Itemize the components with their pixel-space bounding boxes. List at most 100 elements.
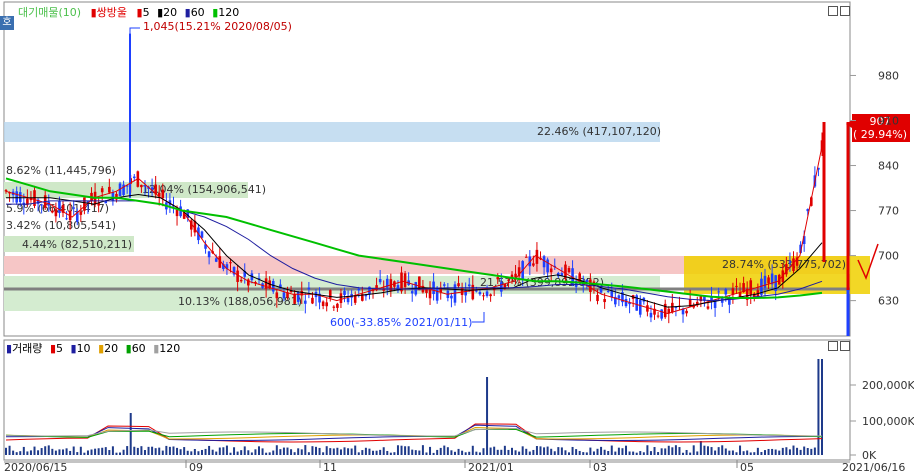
volume-bar — [575, 449, 578, 455]
candle-body — [496, 277, 500, 280]
candle-body — [300, 290, 304, 296]
volume-bar — [172, 446, 175, 455]
volume-bar — [165, 445, 168, 455]
volume-bar — [746, 450, 749, 455]
ma20-legend[interactable]: 20 — [163, 6, 177, 19]
volume-bar — [503, 445, 506, 455]
volume-bar — [810, 448, 813, 455]
volume-bar — [614, 451, 617, 455]
vma10-legend[interactable]: 10 — [77, 342, 91, 355]
volume-bar — [400, 445, 403, 455]
volume-bar — [493, 446, 496, 455]
volume-bar — [571, 446, 574, 455]
maximize-pane-button[interactable] — [828, 6, 838, 16]
volume-bar — [521, 446, 524, 455]
volume-bar — [236, 451, 239, 455]
vma60-legend[interactable]: 60 — [132, 342, 146, 355]
band-label-5: 3.42% (10,805,541) — [6, 219, 116, 232]
volume-bar — [799, 449, 802, 455]
ma5-legend[interactable]: 5 — [143, 6, 150, 19]
band-label-3: 12.04% (154,906,541) — [142, 183, 266, 196]
volume-bar — [190, 451, 193, 455]
price-tick: 700 — [878, 250, 899, 263]
volume-bar — [821, 359, 823, 455]
candle-body — [343, 290, 346, 296]
volume-bar — [136, 447, 139, 455]
volume-bar — [233, 447, 236, 455]
volume-bar — [653, 447, 656, 455]
band-label-2: 8.62% (11,445,796) — [6, 164, 116, 177]
volume-bar — [72, 446, 75, 455]
volume-bar — [660, 448, 663, 455]
candle-body — [560, 273, 564, 276]
candle-body — [660, 309, 663, 319]
volume-bar — [108, 450, 111, 455]
candle-body — [507, 279, 510, 281]
volume-bar — [311, 446, 314, 455]
candle-body — [410, 291, 414, 294]
volume-bar — [404, 446, 407, 455]
volume-bar — [649, 451, 652, 455]
volume-bar — [642, 452, 645, 455]
volume-bar — [386, 450, 389, 455]
candle-body — [788, 261, 792, 263]
volume-bar — [19, 451, 22, 455]
candle-body — [357, 288, 361, 291]
vma120-legend[interactable]: 120 — [159, 342, 180, 355]
volume-bar — [721, 445, 724, 455]
current-change: ( 29.94%) — [853, 128, 907, 141]
date-tick: 2021/01 — [468, 461, 514, 472]
volume-bar — [51, 448, 54, 455]
price-legend[interactable]: 대기매물(10) ▮쌍방울 ▮5 ▮20 ▮60 ▮120 — [18, 4, 239, 20]
volume-bar — [664, 448, 667, 455]
candle-body — [72, 207, 76, 209]
volume-bar — [382, 447, 385, 455]
volume-bar — [97, 448, 100, 455]
volume-bar — [357, 452, 360, 455]
volume-legend[interactable]: ▮거래량 ▮5 ▮10 ▮20 ▮60 ▮120 — [6, 340, 180, 356]
volume-bar — [625, 445, 628, 455]
volume-bar — [628, 451, 631, 455]
indicator-legend[interactable]: 대기매물(10) — [18, 6, 81, 19]
volume-bar — [168, 446, 171, 455]
candle-body — [467, 284, 471, 287]
candle-body — [489, 294, 492, 297]
candle-body — [140, 184, 143, 188]
volume-bar — [578, 450, 581, 455]
volume-bar — [482, 448, 485, 455]
volume-bar — [582, 452, 585, 455]
ma120-legend[interactable]: 120 — [218, 6, 239, 19]
candle-body — [108, 186, 111, 193]
vma20-legend[interactable]: 20 — [104, 342, 118, 355]
stock-chart[interactable]: 22.46% (417,107,120) 8.62% (11,445,796) … — [0, 0, 914, 472]
candle-body — [15, 191, 18, 203]
maximize-volume-button[interactable] — [828, 341, 838, 351]
candle-body — [18, 192, 22, 203]
volume-bar — [528, 451, 531, 455]
close-pane-button[interactable] — [840, 6, 850, 16]
candle-body — [567, 268, 571, 273]
volume-bar — [218, 447, 221, 455]
vma5-legend[interactable]: 5 — [56, 342, 63, 355]
volume-legend-name[interactable]: 거래량 — [12, 342, 42, 355]
candle-body — [51, 210, 54, 213]
volume-bar — [589, 447, 592, 455]
volume-bar — [140, 446, 143, 455]
candle-body — [471, 284, 475, 300]
close-volume-button[interactable] — [840, 341, 850, 351]
volume-bar — [489, 447, 492, 455]
volume-bar — [69, 450, 72, 455]
chart-mode-icon[interactable]: 호 — [0, 16, 14, 30]
volume-bar — [126, 446, 129, 455]
volume-bar — [186, 450, 189, 455]
band-label-7: 28.74% (533,775,702) — [722, 258, 846, 271]
ma60-legend[interactable]: 60 — [191, 6, 205, 19]
candle-body — [457, 283, 460, 287]
volume-bar — [564, 450, 567, 455]
candle-body — [624, 298, 628, 307]
volume-bar — [756, 447, 759, 455]
volume-bar — [535, 446, 538, 455]
chart-type-legend[interactable]: 쌍방울 — [97, 6, 127, 19]
volume-bar — [461, 450, 464, 455]
candle-body — [83, 197, 86, 211]
